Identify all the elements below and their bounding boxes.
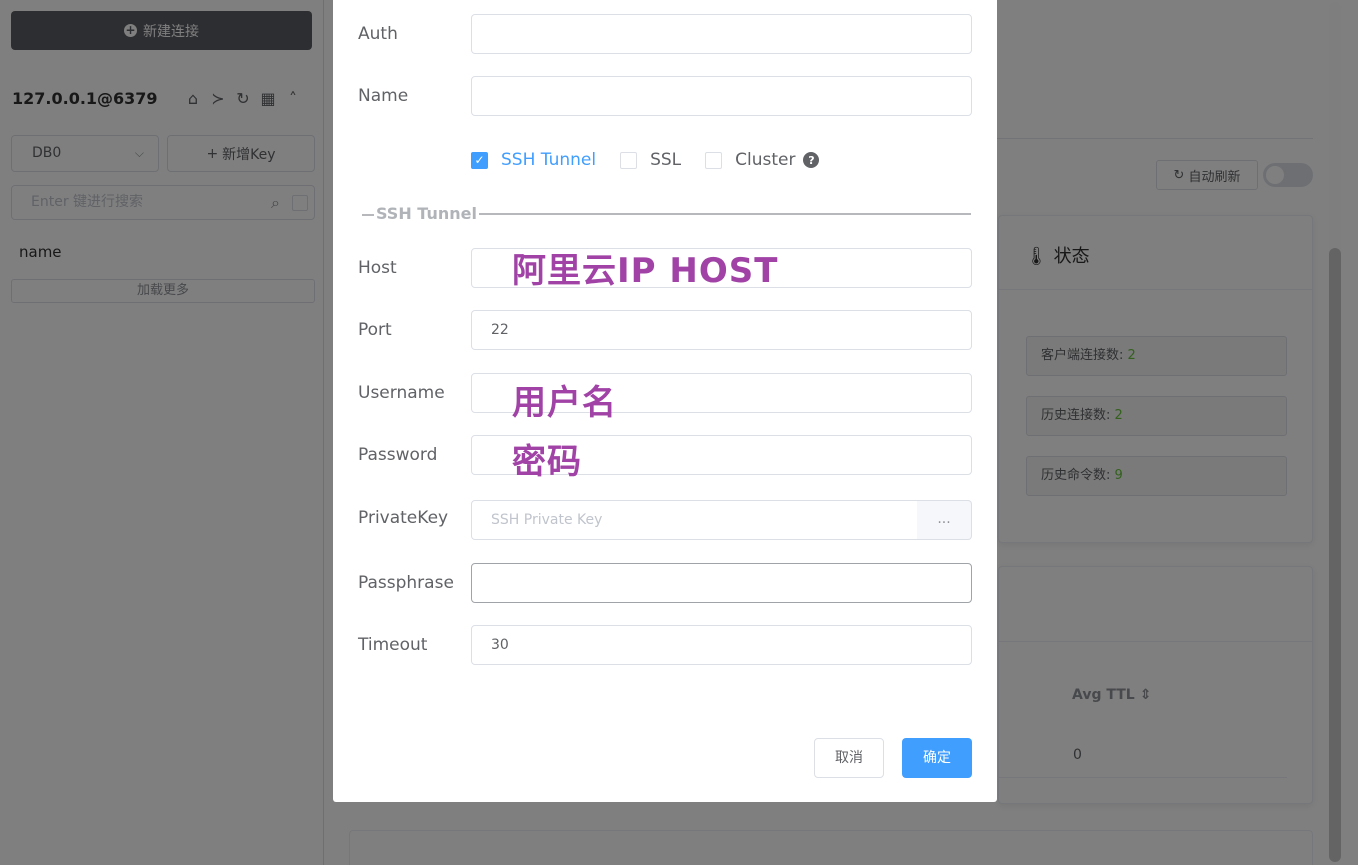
cluster-label[interactable]: Cluster: [735, 150, 795, 170]
private-key-label: PrivateKey: [358, 508, 449, 528]
ssl-label[interactable]: SSL: [650, 150, 681, 170]
ssl-checkbox[interactable]: [620, 151, 638, 169]
connection-dialog: Auth Name ✓ SSH Tunnel SSL Cluster ? SSH…: [333, 0, 997, 802]
ssh-section-label: SSH Tunnel: [376, 204, 477, 223]
name-label: Name: [358, 86, 409, 106]
auth-label: Auth: [358, 24, 398, 44]
port-label: Port: [358, 320, 392, 340]
password-label: Password: [358, 445, 438, 465]
auth-input[interactable]: [471, 14, 972, 54]
private-key-input[interactable]: SSH Private Key: [471, 500, 918, 540]
confirm-button[interactable]: 确定: [902, 738, 972, 778]
private-key-browse-button[interactable]: ...: [917, 500, 972, 540]
username-label: Username: [358, 383, 445, 403]
connection-options: ✓ SSH Tunnel SSL Cluster ?: [471, 148, 820, 172]
ssh-tunnel-label[interactable]: SSH Tunnel: [501, 150, 596, 170]
password-annotation: 密码: [512, 442, 582, 482]
username-annotation: 用户名: [512, 383, 617, 423]
passphrase-input[interactable]: [471, 563, 972, 603]
ssh-section-title: SSH Tunnel: [362, 204, 479, 223]
cluster-checkbox[interactable]: [705, 151, 723, 169]
private-key-placeholder: SSH Private Key: [491, 512, 603, 528]
divider-dash: [362, 213, 374, 216]
host-label: Host: [358, 258, 397, 278]
timeout-input[interactable]: 30: [471, 625, 972, 665]
help-icon[interactable]: ?: [803, 152, 820, 168]
name-input[interactable]: [471, 76, 972, 116]
port-input[interactable]: 22: [471, 310, 972, 350]
passphrase-label: Passphrase: [358, 573, 454, 593]
timeout-label: Timeout: [358, 635, 428, 655]
host-annotation: 阿里云IP HOST: [512, 251, 779, 291]
ssh-tunnel-checkbox[interactable]: ✓: [471, 151, 488, 169]
cancel-button[interactable]: 取消: [814, 738, 884, 778]
